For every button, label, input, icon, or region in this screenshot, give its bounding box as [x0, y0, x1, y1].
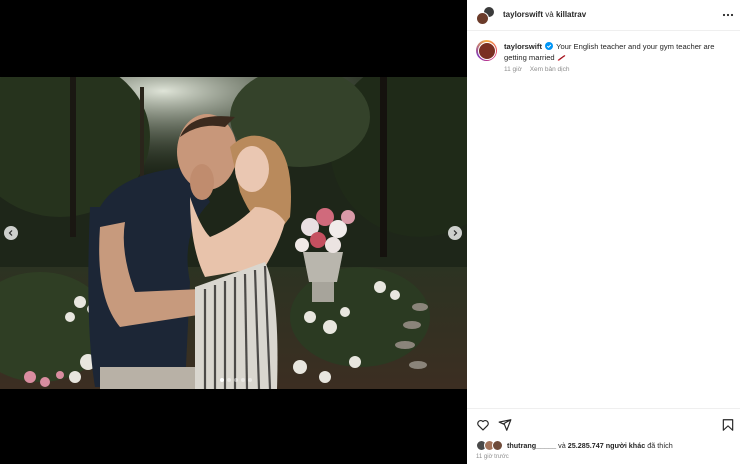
carousel-dot [241, 378, 245, 382]
heart-icon[interactable] [476, 418, 490, 432]
translate-link[interactable]: Xem bản dịch [530, 66, 570, 73]
post-actions: thutrang_____ và 25.285.747 người khác đ… [467, 408, 740, 464]
coauthor-link[interactable]: killatrav [556, 10, 586, 19]
post-photo[interactable] [0, 77, 467, 389]
post-side-panel: taylorswift và killatrav taylorswift You… [467, 0, 740, 464]
avatar [476, 12, 489, 25]
avatar [477, 41, 496, 60]
carousel-indicator [220, 378, 252, 382]
caption-text: taylorswift Your English teacher and you… [504, 42, 726, 63]
likes-suffix: đã thích [647, 441, 673, 450]
media-pane [0, 0, 467, 464]
post-timestamp: 11 giờ trước [476, 454, 509, 460]
caption-username[interactable]: taylorswift [504, 42, 542, 51]
post-authors: taylorswift và killatrav [503, 10, 586, 19]
photo-illustration [0, 77, 467, 389]
caption-time: 11 giờ [504, 66, 522, 73]
likers-avatars [476, 440, 504, 451]
carousel-dot [248, 378, 252, 382]
liker-username[interactable]: thutrang_____ [507, 441, 556, 450]
lips-emoji-icon [557, 54, 565, 61]
author-link[interactable]: taylorswift [503, 10, 543, 19]
likes-others[interactable]: người khác [606, 441, 645, 450]
avatar [492, 440, 503, 451]
bookmark-icon[interactable] [721, 418, 735, 432]
caption-avatar[interactable] [476, 40, 497, 61]
likes-connector: và [558, 441, 566, 450]
post-header: taylorswift và killatrav [467, 0, 740, 31]
chevron-left-icon [8, 230, 13, 236]
previous-slide-button[interactable] [4, 226, 18, 240]
author-conjunction: và [545, 10, 554, 19]
caption-meta: 11 giờ Xem bản dịch [504, 66, 569, 73]
chevron-right-icon [453, 230, 458, 236]
carousel-dot [227, 378, 231, 382]
likes-count[interactable]: 25.285.747 [568, 441, 604, 450]
send-icon[interactable] [498, 418, 512, 432]
carousel-dot [220, 378, 224, 382]
more-horizontal-icon[interactable] [722, 9, 734, 21]
next-slide-button[interactable] [448, 226, 462, 240]
verified-badge-icon [545, 42, 554, 50]
collab-avatars[interactable] [476, 6, 495, 25]
likes-summary: thutrang_____ và 25.285.747 người khác đ… [476, 440, 673, 451]
carousel-dot [234, 378, 238, 382]
